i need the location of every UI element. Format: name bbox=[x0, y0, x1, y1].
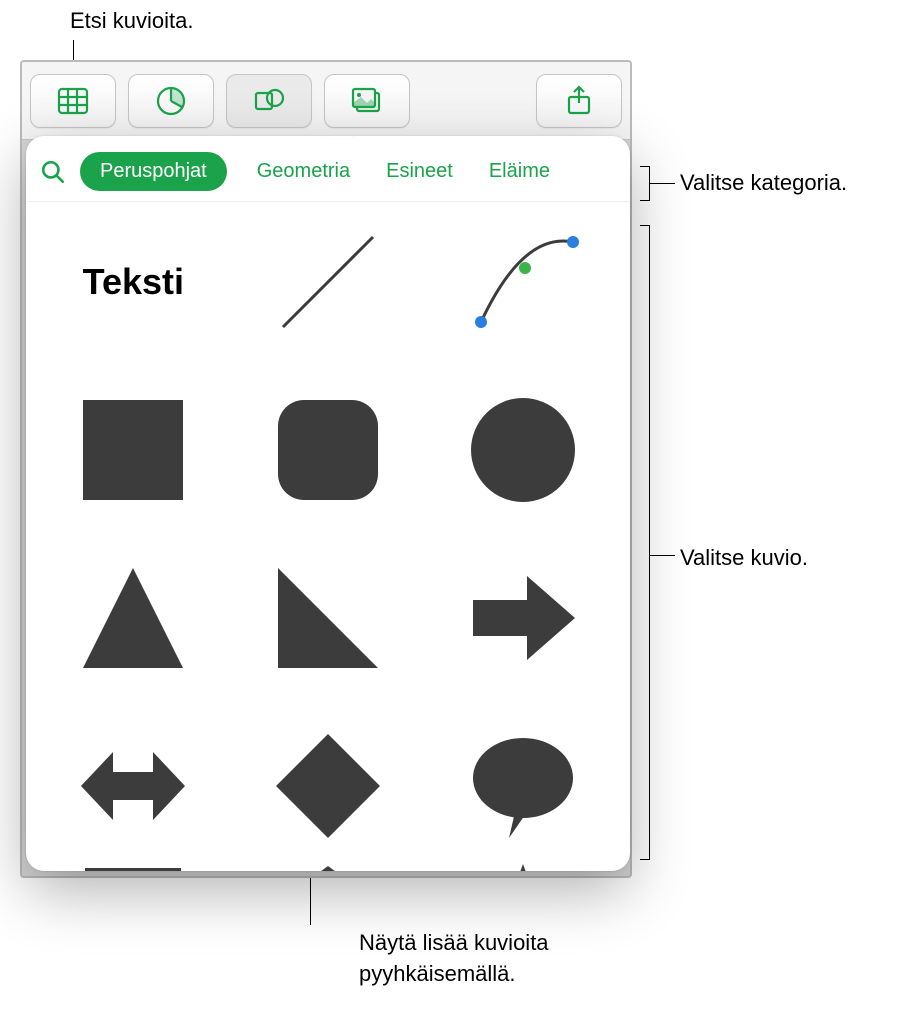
shape-triangle[interactable] bbox=[56, 548, 211, 688]
tab-peruspohjat[interactable]: Peruspohjat bbox=[80, 152, 227, 191]
shapes-grid: Teksti bbox=[26, 202, 630, 856]
table-icon bbox=[55, 83, 91, 119]
curve-icon bbox=[463, 222, 583, 342]
callout-line bbox=[310, 878, 311, 925]
square-icon bbox=[73, 390, 193, 510]
shapes-grid-overflow bbox=[26, 856, 630, 871]
shape-arrow-right[interactable] bbox=[445, 548, 600, 688]
right-triangle-icon bbox=[268, 558, 388, 678]
shape-right-triangle[interactable] bbox=[251, 548, 406, 688]
pentagon-icon bbox=[268, 856, 388, 871]
shape-star[interactable] bbox=[445, 856, 600, 871]
star-icon bbox=[463, 856, 583, 871]
callout-bracket bbox=[640, 225, 650, 860]
arrow-right-icon bbox=[463, 558, 583, 678]
shape-curve[interactable] bbox=[445, 212, 600, 352]
text-shape-label: Teksti bbox=[83, 261, 184, 303]
toolbar-table-button[interactable] bbox=[30, 74, 116, 128]
callout-swipe: Näytä lisää kuvioita pyyhkäisemällä. bbox=[359, 928, 549, 990]
shape-speech-bubble[interactable] bbox=[445, 716, 600, 856]
chart-icon bbox=[153, 83, 189, 119]
toolbar-left bbox=[30, 74, 410, 128]
shape-diamond[interactable] bbox=[251, 716, 406, 856]
shape-pentagon[interactable] bbox=[251, 856, 406, 871]
callout-swipe-line2: pyyhkäisemällä. bbox=[359, 961, 516, 986]
arrow-leftright-icon bbox=[73, 726, 193, 846]
tab-esineet[interactable]: Esineet bbox=[380, 152, 459, 191]
media-icon bbox=[349, 83, 385, 119]
callout-bracket-stem bbox=[650, 555, 675, 556]
toolbar-right bbox=[536, 74, 622, 128]
callout-bracket-stem bbox=[650, 183, 675, 184]
circle-icon bbox=[463, 390, 583, 510]
shape-arrow-leftright[interactable] bbox=[56, 716, 211, 856]
rounded-square-icon bbox=[268, 390, 388, 510]
callout-category: Valitse kategoria. bbox=[680, 170, 847, 196]
shape-circle[interactable] bbox=[445, 380, 600, 520]
toolbar bbox=[22, 62, 630, 140]
toolbar-share-button[interactable] bbox=[536, 74, 622, 128]
triangle-icon bbox=[73, 558, 193, 678]
line-icon bbox=[268, 222, 388, 342]
callout-swipe-line1: Näytä lisää kuvioita bbox=[359, 930, 549, 955]
callout-bracket bbox=[640, 166, 650, 201]
toolbar-shape-button[interactable] bbox=[226, 74, 312, 128]
tab-geometria[interactable]: Geometria bbox=[251, 152, 356, 191]
popover-header: Peruspohjat Geometria Esineet Eläime bbox=[26, 136, 630, 202]
shape-text[interactable]: Teksti bbox=[56, 212, 211, 352]
callout-search: Etsi kuvioita. bbox=[70, 8, 194, 34]
tab-elaimet[interactable]: Eläime bbox=[483, 152, 556, 191]
speech-bubble-icon bbox=[463, 726, 583, 846]
toolbar-media-button[interactable] bbox=[324, 74, 410, 128]
shape-icon bbox=[251, 83, 287, 119]
shape-line[interactable] bbox=[251, 212, 406, 352]
share-icon bbox=[561, 83, 597, 119]
callout-rect-icon bbox=[73, 856, 193, 871]
diamond-icon bbox=[268, 726, 388, 846]
callout-shape: Valitse kuvio. bbox=[680, 545, 808, 571]
shape-square[interactable] bbox=[56, 380, 211, 520]
toolbar-chart-button[interactable] bbox=[128, 74, 214, 128]
shapes-popover: Peruspohjat Geometria Esineet Eläime Tek… bbox=[26, 136, 630, 871]
search-icon[interactable] bbox=[40, 159, 66, 185]
shape-rounded-square[interactable] bbox=[251, 380, 406, 520]
shape-callout-rect[interactable] bbox=[56, 856, 211, 871]
category-tabs[interactable]: Peruspohjat Geometria Esineet Eläime bbox=[80, 152, 614, 191]
